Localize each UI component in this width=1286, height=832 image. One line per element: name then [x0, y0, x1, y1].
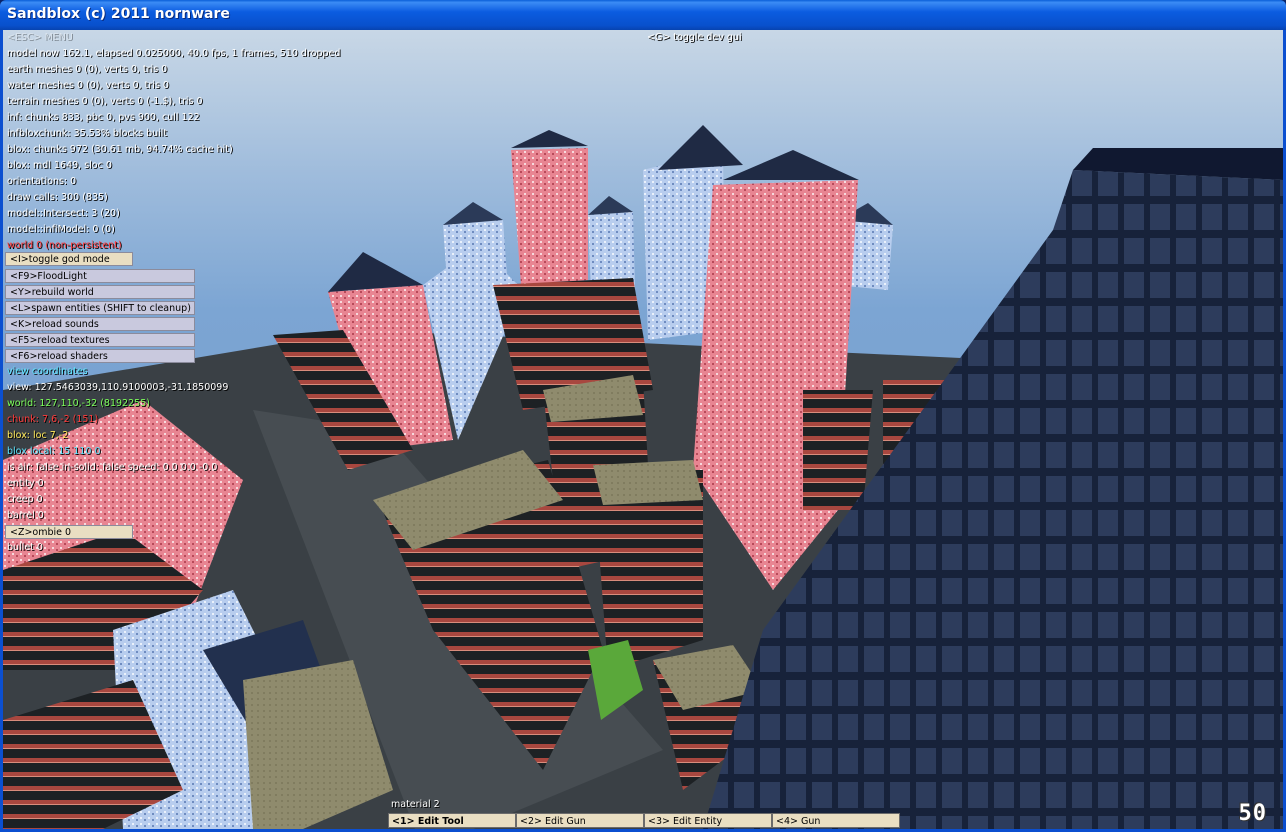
material-label: material 2 — [391, 799, 440, 810]
hud-line: infbloxchunk: 35.53% blocks built — [7, 128, 168, 139]
hud-line: blox: mdl 1649, sloc 0 — [7, 160, 112, 171]
coord-chunk: chunk: 7,6,-2 (151) — [7, 414, 99, 425]
hud-line: draw calls: 300 (835) — [7, 192, 108, 203]
barrel-count: barrel 0 — [7, 510, 44, 521]
physics-status: is air: false in-solid: false speed: 0.0… — [7, 462, 218, 473]
hud-line: model::Intersect: 3 (20) — [7, 208, 120, 219]
hud-line: model now 162.1, elapsed 0.025000, 40.0 … — [7, 48, 341, 59]
hud-line: terrain meshes 0 (0), verts 0 (-1.$), tr… — [7, 96, 203, 107]
window-title: Sandblox (c) 2011 nornware — [7, 6, 230, 22]
hud-line: inf: chunks 833, pbc 0, pvs 900, cull 12… — [7, 112, 200, 123]
hud-line: model::infiModel: 0 (0) — [7, 224, 115, 235]
reload-shaders-button[interactable]: <F6>reload shaders — [5, 349, 195, 363]
hud-line: orientations: 0 — [7, 176, 77, 187]
dev-gui-hint: <G> toggle dev gui — [647, 32, 742, 43]
coord-header: view coordinates — [7, 366, 88, 377]
rebuild-world-button[interactable]: <Y>rebuild world — [5, 285, 195, 299]
tool-edit-tool[interactable]: <1> Edit Tool — [388, 813, 516, 828]
bullet-hud: bullet 0 — [7, 540, 43, 556]
coord-blox-local: blox local: 15 110 0 — [7, 446, 101, 457]
game-viewport[interactable]: <G> toggle dev gui <ESC> MENU model now … — [3, 30, 1283, 829]
tool-edit-entity[interactable]: <3> Edit Entity — [644, 813, 772, 828]
menu-hint: <ESC> MENU — [7, 32, 73, 43]
reload-textures-button[interactable]: <F5>reload textures — [5, 333, 195, 347]
coord-blox-loc: blox: loc 7,-2 — [7, 430, 69, 441]
bullet-count: bullet 0 — [7, 542, 43, 553]
coord-view: view: 127.5463039,110.9100003,-31.185009… — [7, 382, 229, 393]
debug-hud: <ESC> MENU model now 162.1, elapsed 0.02… — [7, 30, 340, 254]
coordinates-hud: view coordinates view: 127.5463039,110.9… — [7, 364, 228, 524]
creep-count: creep 0 — [7, 494, 43, 505]
spawn-entities-button[interactable]: <L>spawn entities (SHIFT to cleanup) — [5, 301, 195, 315]
zombie-button[interactable]: <Z>ombie 0 — [5, 525, 133, 539]
hud-line: blox: chunks 972 (30.61 mb, 94.74% cache… — [7, 144, 233, 155]
toggle-god-mode-button[interactable]: <I>toggle god mode — [5, 252, 133, 266]
fps-badge: 50 — [1238, 801, 1267, 826]
reload-sounds-button[interactable]: <K>reload sounds — [5, 317, 195, 331]
entity-count: entity 0 — [7, 478, 44, 489]
tool-gun[interactable]: <4> Gun — [772, 813, 900, 828]
floodlight-button[interactable]: <F9>FloodLight — [5, 269, 195, 283]
hud-line: water meshes 0 (0), verts 0, tris 0 — [7, 80, 169, 91]
coord-world: world: 127,110,-32 (8192255) — [7, 398, 150, 409]
tool-edit-gun[interactable]: <2> Edit Gun — [516, 813, 644, 828]
hud-line: earth meshes 0 (0), verts 0, tris 0 — [7, 64, 168, 75]
title-bar: Sandblox (c) 2011 nornware — [0, 0, 1286, 30]
